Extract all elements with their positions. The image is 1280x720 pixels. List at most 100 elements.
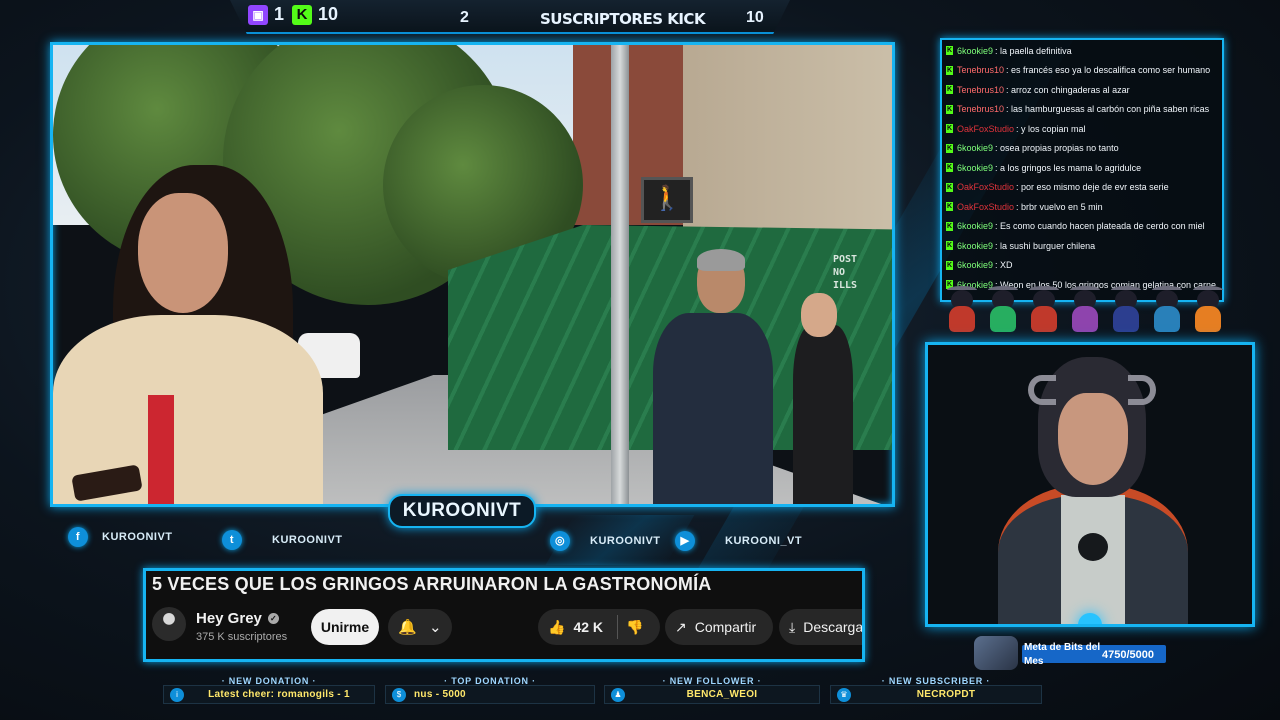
new-follower-widget: · NEW FOLLOWER · ♟ BENCA_WEOI bbox=[604, 676, 820, 704]
thumbs-down-icon[interactable]: 👎 bbox=[626, 619, 643, 636]
chat-username[interactable]: OakFoxStudio bbox=[957, 182, 1014, 192]
share-icon: ↗ bbox=[675, 618, 687, 635]
chat-text: : arroz con chingaderas al azar bbox=[1006, 84, 1130, 95]
mascot-body bbox=[1072, 306, 1098, 332]
vtuber-webcam bbox=[925, 342, 1255, 627]
chat-username[interactable]: 6kookie9 bbox=[957, 241, 993, 251]
chat-message: K OakFoxStudio: brbr vuelvo en 5 min bbox=[946, 197, 1218, 217]
download-label: Descargar bbox=[803, 619, 865, 635]
social-youtube[interactable]: ▶ KUROONI_VT bbox=[675, 531, 802, 551]
chat-username[interactable]: Tenebrus10 bbox=[957, 104, 1004, 114]
kick-badge-icon: K bbox=[946, 46, 953, 56]
mascot-icon bbox=[1027, 284, 1061, 332]
video-frame[interactable]: POST NO ILLS 🚶 bbox=[50, 42, 895, 507]
kick-badge-icon: K bbox=[946, 85, 953, 95]
widget-box: i Latest cheer: romanogils - 1 bbox=[163, 685, 375, 704]
twitch-sub-counter: ▣ 1 bbox=[248, 4, 284, 25]
like-dislike-group[interactable]: 👍 42 K 👎 bbox=[538, 609, 660, 645]
twitch-icon: ▣ bbox=[248, 4, 268, 25]
mascot-icon bbox=[986, 284, 1020, 332]
mascot-icon bbox=[1150, 284, 1184, 332]
widget-box: $ nus - 5000 bbox=[385, 685, 595, 704]
widget-value: NECROPDT bbox=[916, 689, 976, 700]
mascot-body bbox=[1195, 306, 1221, 332]
join-button[interactable]: Unirme bbox=[311, 609, 379, 645]
chat-username[interactable]: Tenebrus10 bbox=[957, 65, 1004, 75]
woman-face bbox=[138, 193, 228, 313]
avatar-face bbox=[1058, 393, 1128, 485]
bag-icon: $ bbox=[392, 687, 406, 702]
kick-badge-icon: K bbox=[946, 202, 953, 212]
channel-avatar[interactable] bbox=[152, 607, 186, 641]
kick-badge-icon: K bbox=[946, 182, 953, 192]
chat-username[interactable]: Tenebrus10 bbox=[957, 85, 1004, 95]
chat-message: K OakFoxStudio: por eso mismo deje de evr… bbox=[946, 178, 1218, 198]
download-button[interactable]: ⤓ Descargar bbox=[779, 609, 865, 645]
thumbs-up-icon[interactable]: 👍 bbox=[548, 619, 565, 636]
chat-message: K 6kookie9: XD bbox=[946, 256, 1218, 276]
chat-message: K 6kookie9: a los gringos les mama lo agr… bbox=[946, 158, 1218, 178]
chat-username[interactable]: 6kookie9 bbox=[957, 260, 993, 270]
notification-bell-button[interactable]: 🔔 ⌄ bbox=[388, 609, 452, 645]
video-scene: POST NO ILLS 🚶 bbox=[53, 45, 892, 504]
video-title: 5 VECES QUE LOS GRINGOS ARRUINARON LA GA… bbox=[152, 574, 712, 594]
social-instagram[interactable]: ◎ KUROONIVT bbox=[550, 531, 661, 551]
bits-label: Meta de Bits del Mes bbox=[1024, 642, 1101, 667]
user-icon: ♟ bbox=[611, 687, 625, 702]
chat-text: : y los copian mal bbox=[1016, 123, 1086, 134]
social-twitter[interactable]: t KUROONIVT bbox=[222, 530, 343, 550]
widget-value: nus - 5000 bbox=[414, 689, 466, 700]
mascot-body bbox=[1113, 306, 1139, 332]
chat-message: K 6kookie9: osea propias propias no tanto bbox=[946, 139, 1218, 159]
bell-icon: 🔔 bbox=[398, 619, 418, 636]
chevron-down-icon: ⌄ bbox=[429, 619, 442, 636]
chat-text: : es francés eso ya lo descalifica como … bbox=[1006, 65, 1211, 76]
share-label: Compartir bbox=[694, 619, 757, 635]
chat-panel[interactable]: K 6kookie9: la paella definitiva K Tenebrus… bbox=[940, 38, 1224, 302]
chat-username[interactable]: 6kookie9 bbox=[957, 163, 993, 173]
kick-badge-icon: K bbox=[946, 104, 953, 114]
chat-text: : la sushi burguer chilena bbox=[995, 240, 1096, 251]
channel-name-text: Hey Grey bbox=[196, 610, 262, 627]
mascot-body bbox=[1154, 306, 1180, 332]
subscriber-count: 375 K suscriptores bbox=[196, 631, 288, 643]
man-walking bbox=[653, 313, 773, 504]
mascot-icon bbox=[1068, 284, 1102, 332]
mascot-icon bbox=[1109, 284, 1143, 332]
stone-building bbox=[683, 45, 892, 245]
walk-signal-icon: 🚶 bbox=[641, 177, 693, 223]
pedestrian bbox=[793, 325, 853, 504]
chat-message: K 6kookie9: la sushi burguer chilena bbox=[946, 236, 1218, 256]
widget-value: BENCA_WEOI bbox=[686, 689, 758, 700]
channel-name[interactable]: Hey Grey ✓ bbox=[196, 610, 279, 627]
chat-username[interactable]: 6kookie9 bbox=[957, 221, 993, 231]
widget-box: ♟ BENCA_WEOI bbox=[604, 685, 820, 704]
widget-box: ♛ NECROPDT bbox=[830, 685, 1042, 704]
kick-badge-icon: K bbox=[946, 221, 953, 231]
skull-icon bbox=[1078, 533, 1108, 561]
woman-shirt bbox=[148, 395, 174, 504]
social-handle: KUROONIVT bbox=[272, 534, 343, 546]
chat-username[interactable]: 6kookie9 bbox=[957, 143, 993, 153]
social-facebook[interactable]: f KUROONIVT bbox=[68, 527, 173, 547]
like-count: 42 K bbox=[573, 619, 604, 635]
bits-avatar bbox=[974, 636, 1018, 670]
kick-badge-icon: K bbox=[946, 163, 953, 173]
chat-message: K 6kookie9: la paella definitiva bbox=[946, 41, 1218, 61]
instagram-icon: ◎ bbox=[550, 531, 570, 551]
divider bbox=[617, 615, 619, 639]
share-button[interactable]: ↗ Compartir bbox=[665, 609, 773, 645]
chat-username[interactable]: OakFoxStudio bbox=[957, 124, 1014, 134]
kick-badge-icon: K bbox=[946, 124, 953, 134]
horn-right bbox=[1128, 375, 1156, 405]
chat-username[interactable]: OakFoxStudio bbox=[957, 202, 1014, 212]
chat-message-list: K 6kookie9: la paella definitiva K Tenebrus… bbox=[946, 41, 1218, 295]
twitter-icon: t bbox=[222, 530, 242, 550]
mascot-body bbox=[990, 306, 1016, 332]
chat-username[interactable]: 6kookie9 bbox=[957, 46, 993, 56]
new-donation-widget: · NEW DONATION · i Latest cheer: romanog… bbox=[163, 676, 375, 704]
streamer-nameplate: KUROONIVT bbox=[388, 494, 536, 528]
pedestrian-head bbox=[801, 293, 837, 337]
mascot-icon bbox=[945, 284, 979, 332]
mascot-body bbox=[1031, 306, 1057, 332]
